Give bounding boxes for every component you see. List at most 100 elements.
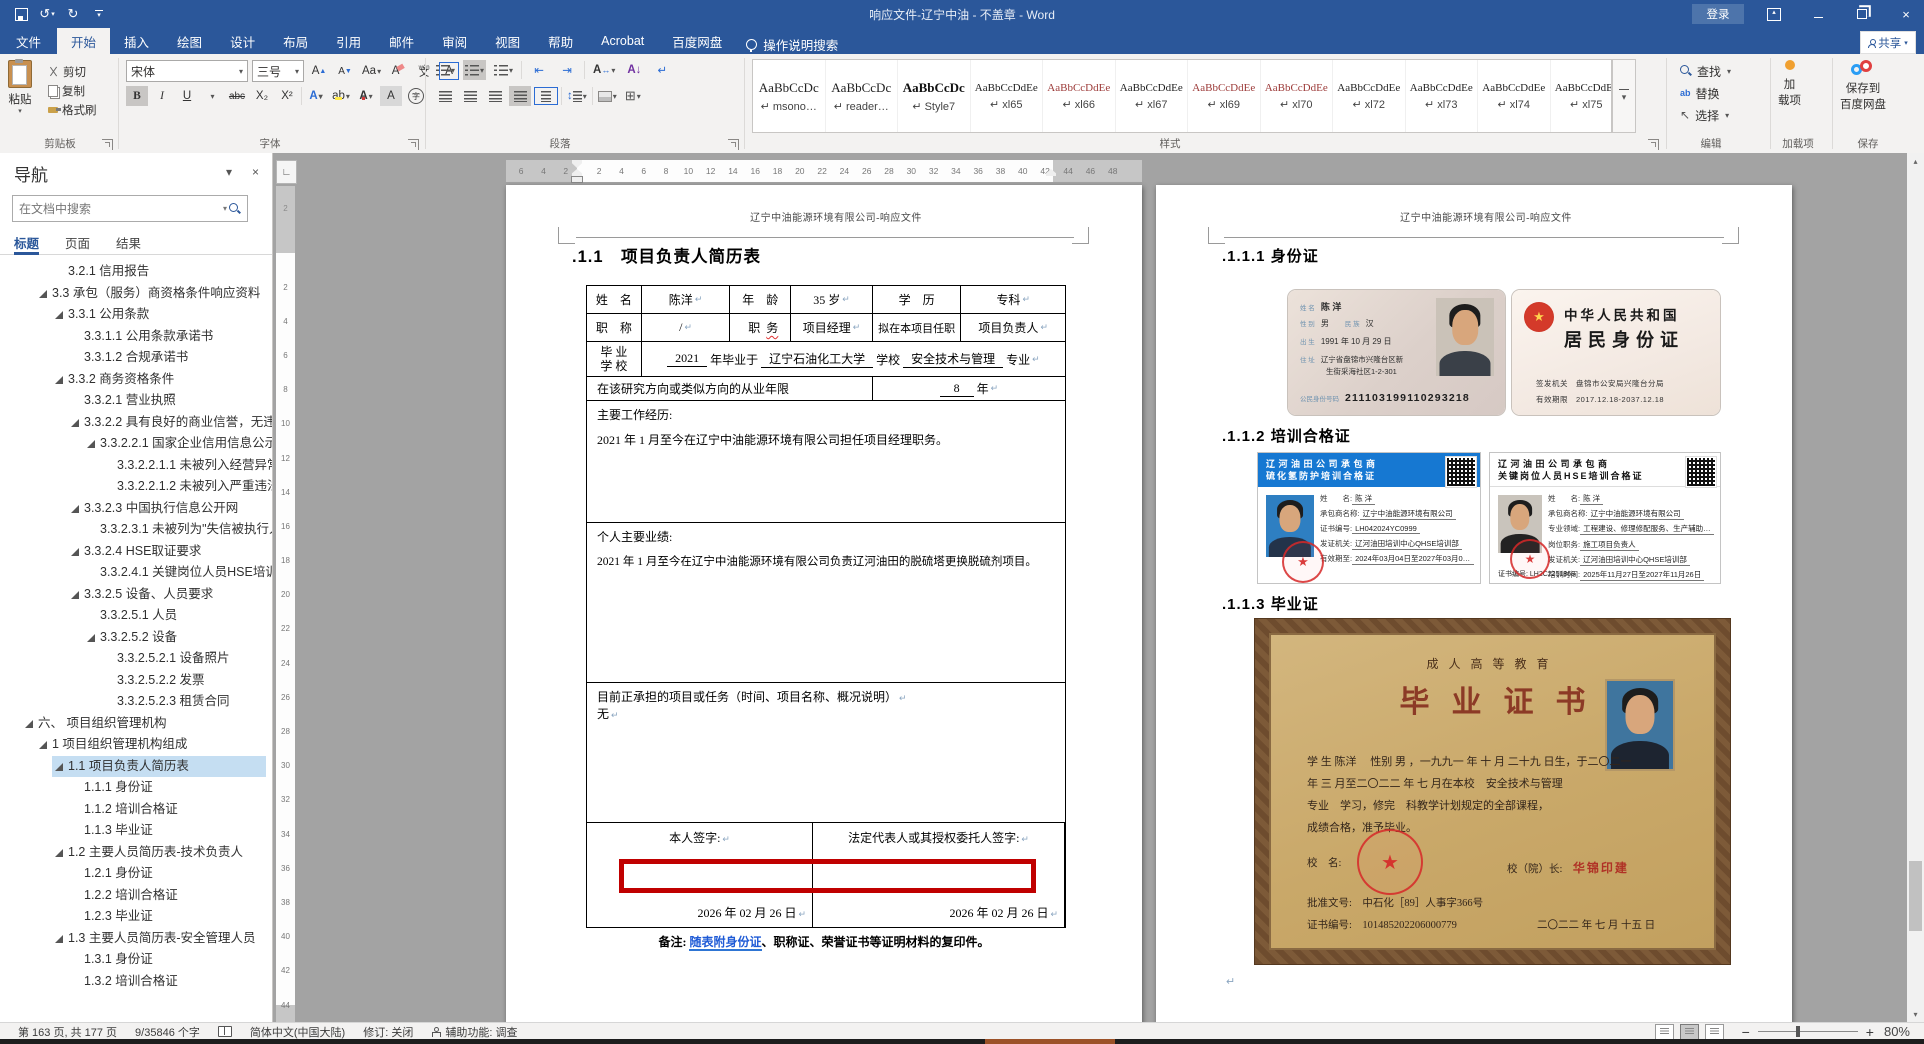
nav-tree-item[interactable]: 3.3.2.5.1 人员 bbox=[0, 605, 272, 627]
line-spacing-button[interactable]: ↕ ▾ bbox=[565, 86, 589, 106]
underline-dropdown[interactable]: ▾ bbox=[201, 86, 223, 106]
nav-tree-item[interactable]: 3.3.2.2.1 国家企业信用信息公示系统 bbox=[0, 433, 272, 455]
expand-arrow-icon[interactable] bbox=[55, 375, 63, 384]
paste-dropdown-icon[interactable]: ▾ bbox=[18, 107, 22, 115]
tab-file[interactable]: 文件 bbox=[0, 28, 57, 54]
style-item[interactable]: AaBbCcDdEe ↵ xl75 bbox=[1551, 60, 1611, 132]
nav-tree-item[interactable]: 3.3.1.2 合规承诺书 bbox=[0, 347, 272, 369]
nav-tree-item[interactable]: 1.2 主要人员简历表-技术负责人 bbox=[0, 842, 272, 864]
nav-tree-item[interactable]: 3.3.2.2.1.1 未被列入经营异常名... bbox=[0, 455, 272, 477]
nav-tree-item[interactable]: 3.3.2.5.2.1 设备照片 bbox=[0, 648, 272, 670]
proofing-icon[interactable] bbox=[217, 1026, 232, 1037]
style-item[interactable]: AaBbCcDdEe ↵ xl70 bbox=[1261, 60, 1333, 132]
nav-tree-item[interactable]: 3.3.2.4 HSE取证要求 bbox=[0, 541, 272, 563]
strikethrough-button[interactable]: abc bbox=[226, 86, 248, 106]
font-size-combo[interactable]: 三号 ▾ bbox=[252, 60, 304, 82]
bullets-button[interactable]: ▾ bbox=[434, 60, 457, 80]
ribbon-tab[interactable]: 百度网盘 bbox=[658, 28, 736, 54]
scroll-up-icon[interactable]: ▴ bbox=[1907, 153, 1924, 169]
close-button[interactable]: × bbox=[1888, 0, 1924, 28]
shrink-font-button[interactable]: A ▼ bbox=[334, 61, 356, 81]
nav-tree-item[interactable]: 1.2.1 身份证 bbox=[0, 863, 272, 885]
paragraph-dialog-launcher[interactable] bbox=[728, 139, 739, 150]
style-item[interactable]: AaBbCcDc ↵ Style7 bbox=[898, 60, 971, 132]
tell-me-search[interactable]: 操作说明搜索 bbox=[746, 35, 838, 54]
minimize-button[interactable] bbox=[1800, 0, 1836, 28]
style-item[interactable]: AaBbCcDdEe ↵ xl73 bbox=[1406, 60, 1478, 132]
find-button[interactable]: 查找 ▾ bbox=[1680, 60, 1731, 82]
styles-dialog-launcher[interactable] bbox=[1648, 139, 1659, 150]
document-page-2[interactable]: 辽宁中油能源环境有限公司-响应文件 .1.1.1 身份证 姓 名陈 洋 性 别男… bbox=[1156, 185, 1792, 1022]
zoom-level[interactable]: 80% bbox=[1884, 1024, 1910, 1039]
nav-tree-item[interactable]: 1.3 主要人员简历表-安全管理人员 bbox=[0, 928, 272, 950]
expand-arrow-icon[interactable] bbox=[71, 590, 79, 599]
expand-arrow-icon[interactable] bbox=[71, 547, 79, 556]
ribbon-tab[interactable]: Acrobat bbox=[587, 28, 658, 54]
style-item[interactable]: AaBbCcDc ↵ msono… bbox=[753, 60, 826, 132]
style-item[interactable]: AaBbCcDc ↵ reader… bbox=[826, 60, 898, 132]
expand-arrow-icon[interactable] bbox=[71, 418, 79, 427]
replace-button[interactable]: ab 替换 bbox=[1680, 82, 1731, 104]
nav-tree-item[interactable]: 1.1.2 培训合格证 bbox=[0, 799, 272, 821]
tab-stop-selector[interactable]: ∟ bbox=[276, 160, 297, 184]
ribbon-tab[interactable]: 绘图 bbox=[163, 28, 216, 54]
align-center-button[interactable] bbox=[459, 86, 481, 106]
superscript-button[interactable]: X² bbox=[276, 86, 298, 106]
nav-tree-item[interactable]: 1.1.3 毕业证 bbox=[0, 820, 272, 842]
zoom-slider-thumb[interactable] bbox=[1795, 1026, 1800, 1037]
ribbon-tab[interactable]: 布局 bbox=[269, 28, 322, 54]
sort-button[interactable]: A↓ bbox=[623, 60, 645, 80]
left-indent-marker[interactable] bbox=[571, 176, 583, 183]
restore-button[interactable] bbox=[1844, 0, 1880, 28]
nav-tree-item[interactable]: 1.1 项目负责人简历表 bbox=[0, 755, 272, 777]
character-shading-button[interactable]: A bbox=[380, 86, 402, 106]
nav-tree-item[interactable]: 3.3.2.5.2 设备 bbox=[0, 627, 272, 649]
word-count[interactable]: 9/35846 个字 bbox=[135, 1024, 200, 1040]
nav-tree-item[interactable]: 3.3.2.5.2.2 发票 bbox=[0, 670, 272, 692]
nav-tree-item[interactable]: 1.3.1 身份证 bbox=[0, 949, 272, 971]
ribbon-tab[interactable]: 视图 bbox=[481, 28, 534, 54]
search-icon[interactable] bbox=[229, 202, 241, 215]
expand-arrow-icon[interactable] bbox=[25, 719, 33, 728]
nav-tree-item[interactable]: 3.3.2.2.1.2 未被列入严重违法失... bbox=[0, 476, 272, 498]
style-item[interactable]: AaBbCcDdEe ↵ xl67 bbox=[1116, 60, 1188, 132]
ribbon-tab[interactable]: 设计 bbox=[216, 28, 269, 54]
scroll-down-icon[interactable]: ▾ bbox=[1907, 1006, 1924, 1022]
borders-button[interactable]: ⊞ ▾ bbox=[622, 86, 644, 106]
bold-button[interactable]: B bbox=[126, 86, 148, 106]
distribute-button[interactable] bbox=[534, 87, 558, 105]
expand-arrow-icon[interactable] bbox=[55, 848, 63, 857]
enclose-characters-button[interactable]: 字 bbox=[405, 86, 427, 106]
expand-arrow-icon[interactable] bbox=[55, 311, 63, 319]
page-indicator[interactable]: 第 163 页, 共 177 页 bbox=[18, 1024, 117, 1040]
zoom-in-button[interactable]: + bbox=[1866, 1024, 1874, 1040]
format-painter-button[interactable]: 格式刷 bbox=[48, 100, 97, 119]
document-page-1[interactable]: 辽宁中油能源环境有限公司-响应文件 .1.1 项目负责人简历表 姓 名 陈洋 ↵ … bbox=[506, 185, 1142, 1022]
nav-tree-item[interactable]: 3.2.1 信用报告 bbox=[0, 261, 272, 283]
zoom-out-button[interactable]: − bbox=[1742, 1024, 1750, 1040]
ribbon-tab[interactable]: 帮助 bbox=[534, 28, 587, 54]
expand-arrow-icon[interactable] bbox=[39, 741, 47, 749]
search-options-dropdown-icon[interactable]: ▾ bbox=[223, 204, 227, 213]
styles-gallery-more-button[interactable]: ▾ bbox=[1612, 59, 1636, 133]
nav-tree-item[interactable]: 3.3.2.2 具有良好的商业信誉，无违法... bbox=[0, 412, 272, 434]
ribbon-tab[interactable]: 插入 bbox=[110, 28, 163, 54]
accessibility-indicator[interactable]: 辅助功能: 调查 bbox=[431, 1024, 517, 1040]
nav-tree-item[interactable]: 3.3.2.4.1 关键岗位人员HSE培训承... bbox=[0, 562, 272, 584]
expand-arrow-icon[interactable] bbox=[87, 633, 95, 642]
text-effects-button[interactable]: A ▾ bbox=[305, 86, 327, 106]
expand-arrow-icon[interactable] bbox=[87, 440, 95, 448]
font-color-button[interactable]: A ▾ bbox=[355, 86, 377, 106]
login-button[interactable]: 登录 bbox=[1692, 4, 1744, 24]
select-button[interactable]: ↖ 选择 ▾ bbox=[1680, 104, 1731, 126]
align-right-button[interactable] bbox=[484, 86, 506, 106]
expand-arrow-icon[interactable] bbox=[55, 762, 63, 771]
print-layout-button[interactable] bbox=[1679, 1023, 1699, 1040]
navigation-tab[interactable]: 页面 bbox=[65, 229, 90, 255]
underline-button[interactable]: U bbox=[176, 86, 198, 106]
vertical-scrollbar[interactable]: ▴ ▾ bbox=[1907, 153, 1924, 1022]
ribbon-tab[interactable]: 引用 bbox=[322, 28, 375, 54]
nav-tree-item[interactable]: 3.3.1 公用条款 bbox=[0, 304, 272, 326]
resume-table[interactable]: 姓 名 陈洋 ↵ 年 龄 35 岁 ↵ 学 历 专科 ↵ 职 称 / ↵ 职 务 项目经… bbox=[586, 285, 1066, 928]
style-item[interactable]: AaBbCcDdEe ↵ xl72 bbox=[1333, 60, 1406, 132]
